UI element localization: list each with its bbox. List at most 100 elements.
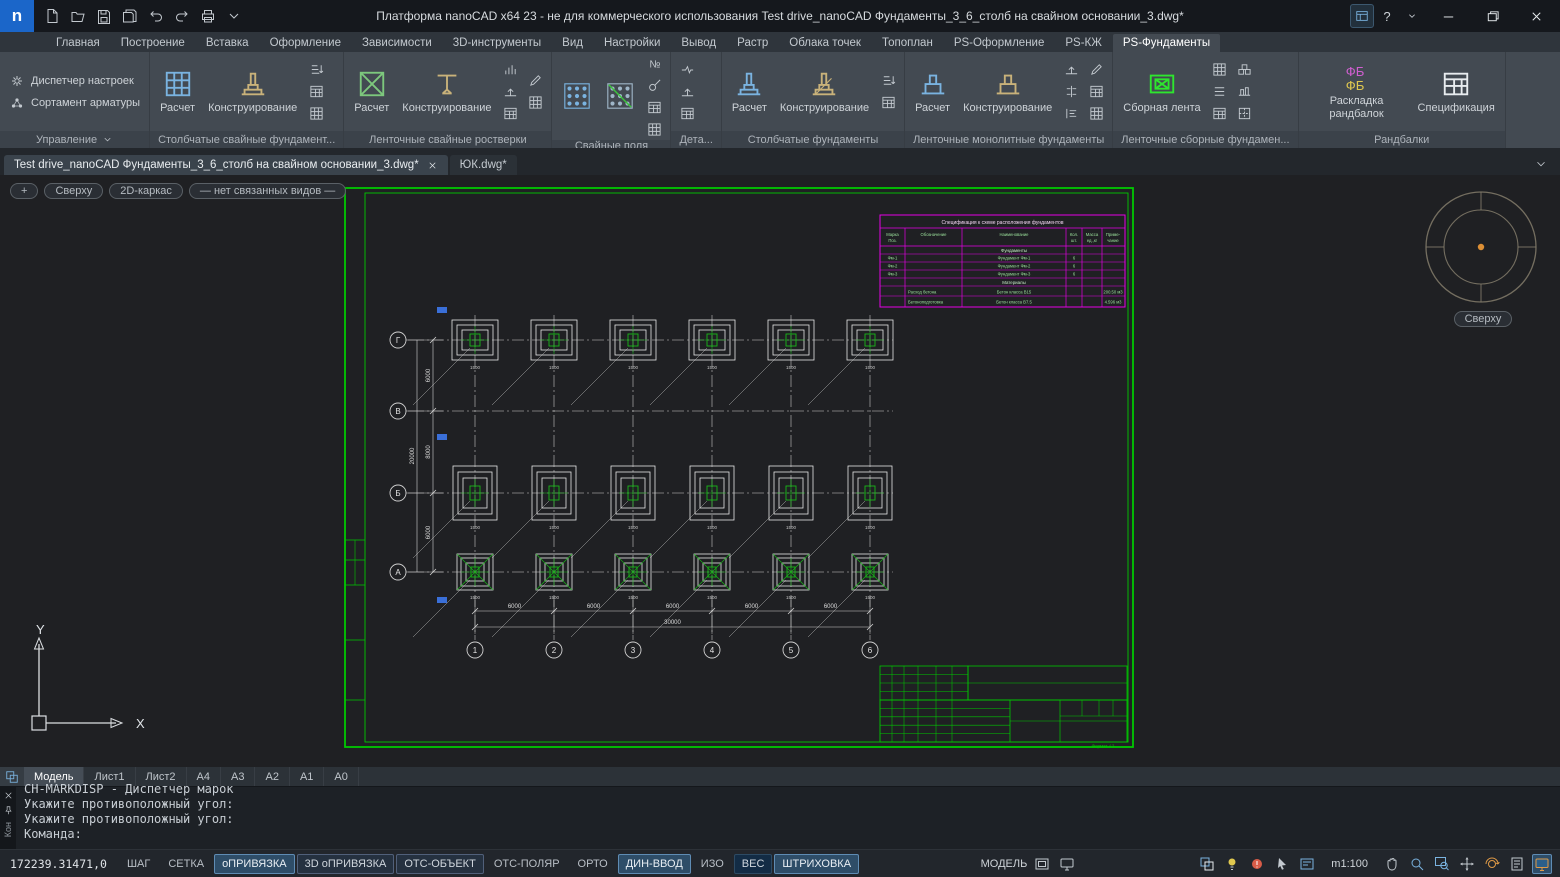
ribbon-big-button-Расчет[interactable]: Расчет [155,66,200,118]
align-icon[interactable] [1062,105,1080,123]
toggle-3D оПРИВЯЗКА[interactable]: 3D оПРИВЯЗКА [297,854,395,874]
toggle-СЕТКА[interactable]: СЕТКА [160,854,212,874]
ribbon-tab-PS-КЖ[interactable]: PS-КЖ [1055,34,1112,52]
toggle-ВЕС[interactable]: ВЕС [734,854,773,874]
cmd-pin-icon[interactable] [3,805,14,816]
edit-icon[interactable] [526,72,544,90]
table-small-icon[interactable] [307,83,325,101]
ribbon-tab-Настройки[interactable]: Настройки [594,34,670,52]
level-icon[interactable] [678,83,696,101]
level-icon[interactable] [501,83,519,101]
command-line-panel[interactable]: Кон CH-MARKDISP - Диспетчер марокУкажите… [0,786,1560,849]
sort-icon[interactable] [879,72,897,90]
pile-field2-icon[interactable] [605,81,635,111]
toggle-ОТС-ПОЛЯР[interactable]: ОТС-ПОЛЯР [486,854,568,874]
strip-calc-icon[interactable] [918,69,948,99]
ribbon-tab-PS-Фундаменты[interactable]: PS-Фундаменты [1113,34,1220,52]
randbeam-icon[interactable]: ФБФБ [1342,62,1372,92]
signal-icon[interactable] [501,61,519,79]
viewport-control-Сверху[interactable]: Сверху [44,183,103,199]
ribbon-big-button-pile-field2-icon[interactable] [600,78,640,114]
redo-icon[interactable] [170,4,194,28]
detail-icon[interactable] [678,61,696,79]
maximize-icon[interactable] [1470,0,1514,32]
minimize-icon[interactable] [1426,0,1470,32]
orbit-icon[interactable] [1482,854,1502,874]
document-tab[interactable]: ЮК.dwg* [450,155,517,175]
pan-hand-icon[interactable] [1382,854,1402,874]
list-icon[interactable] [1211,83,1229,101]
ribbon-tab-Растр[interactable]: Растр [727,34,778,52]
num-icon[interactable]: № [645,54,663,72]
ribbon-big-button-Конструирование[interactable]: Конструирование [397,66,496,118]
ribbon-tab-Главная[interactable]: Главная [46,34,110,52]
cmd-close-icon[interactable] [3,790,14,801]
save-file-icon[interactable] [92,4,116,28]
rebar-assortment-icon[interactable] [9,95,25,111]
table-small-icon[interactable] [645,98,663,116]
zoom-icon[interactable] [1407,854,1427,874]
view-navigator[interactable]: Сверху [1418,189,1548,327]
ribbon-button-Сортамент арматуры[interactable]: Сортамент арматуры [5,94,144,112]
model-space-label[interactable]: МОДЕЛЬ [981,858,1028,870]
table-small-icon[interactable] [1211,105,1229,123]
annotation-scale-icon[interactable] [1297,854,1317,874]
undo-icon[interactable] [144,4,168,28]
pile-column-calc-icon[interactable] [163,69,193,99]
close-icon[interactable] [1514,0,1558,32]
strip-design-icon[interactable] [993,69,1023,99]
viewport-control-2D-каркас[interactable]: 2D-каркас [109,183,183,199]
column-found-design-icon[interactable] [809,69,839,99]
spec-table-icon[interactable] [1441,69,1471,99]
ribbon-big-button-Расчет[interactable]: Расчет [910,66,955,118]
ribbon-tab-Зависимости[interactable]: Зависимости [352,34,442,52]
plan-icon[interactable] [1236,105,1254,123]
ribbon-tab-Вставка[interactable]: Вставка [196,34,259,52]
zoom-window-icon[interactable] [1432,854,1452,874]
table-small-icon[interactable] [501,105,519,123]
document-tab[interactable]: Test drive_nanoCAD Фундаменты_3_6_столб … [4,155,448,175]
navigate-cross-icon[interactable] [1457,854,1477,874]
ribbon-button-Диспетчер настроек[interactable]: Диспетчер настроек [5,72,144,90]
ribbon-big-button-Раскладка рандбалок[interactable]: ФБФБРаскладка рандбалок [1304,59,1410,123]
sheets-icon[interactable] [0,767,24,786]
ribbon-tab-3D-инструменты[interactable]: 3D-инструменты [443,34,551,52]
blocks-icon[interactable] [1236,61,1254,79]
ribbon-big-button-Спецификация[interactable]: Спецификация [1413,66,1500,118]
navigator-view-label[interactable]: Сверху [1454,311,1513,327]
ribbon-big-button-Расчет[interactable]: Расчет [349,66,394,118]
precast-strip-icon[interactable] [1147,69,1177,99]
ribbon-big-button-pile-field-icon[interactable] [557,78,597,114]
print-icon[interactable] [196,4,220,28]
annotation-scale[interactable]: m1:100 [1331,858,1368,870]
display-icon[interactable] [1057,854,1077,874]
ribbon-big-button-Сборная лента[interactable]: Сборная лента [1118,66,1205,118]
toggle-ИЗО[interactable]: ИЗО [693,854,732,874]
open-file-icon[interactable] [66,4,90,28]
grid-small-icon[interactable] [645,120,663,138]
toggle-оПРИВЯЗКА[interactable]: оПРИВЯЗКА [214,854,295,874]
viewport-icon[interactable] [1032,854,1052,874]
grid-small-icon[interactable] [1211,61,1229,79]
viewport-control-— нет связанных видов —[interactable]: — нет связанных видов — [189,183,346,199]
ribbon-tab-Топоплан[interactable]: Топоплан [872,34,943,52]
ribbon-big-button-Конструирование[interactable]: Конструирование [958,66,1057,118]
ribbon-tab-Вывод[interactable]: Вывод [671,34,726,52]
help-button[interactable]: ? [1376,9,1398,24]
command-prompt[interactable]: Команда: [24,827,1560,842]
ribbon-big-button-Конструирование[interactable]: Конструирование [203,66,302,118]
toggle-ОТС-ОБЪЕКТ[interactable]: ОТС-ОБЪЕКТ [396,854,483,874]
section-icon[interactable] [1236,83,1254,101]
sheet-icon[interactable] [1507,854,1527,874]
customize-icon[interactable] [222,4,246,28]
mark-icon[interactable] [645,76,663,94]
level-icon[interactable] [1062,61,1080,79]
table-small-icon[interactable] [1087,83,1105,101]
ribbon-group-label[interactable]: Управление [0,131,149,148]
grillage-calc-icon[interactable] [357,69,387,99]
toggle-ШТРИХОВКА[interactable]: ШТРИХОВКА [774,854,859,874]
grid-small-icon[interactable] [307,105,325,123]
model-canvas[interactable]: 123456ГВБА150015001500150015001500150015… [0,175,1560,767]
ribbon-big-button-Расчет[interactable]: Расчет [727,66,772,118]
doc-tabs-chevron-down-icon[interactable] [1526,157,1556,175]
